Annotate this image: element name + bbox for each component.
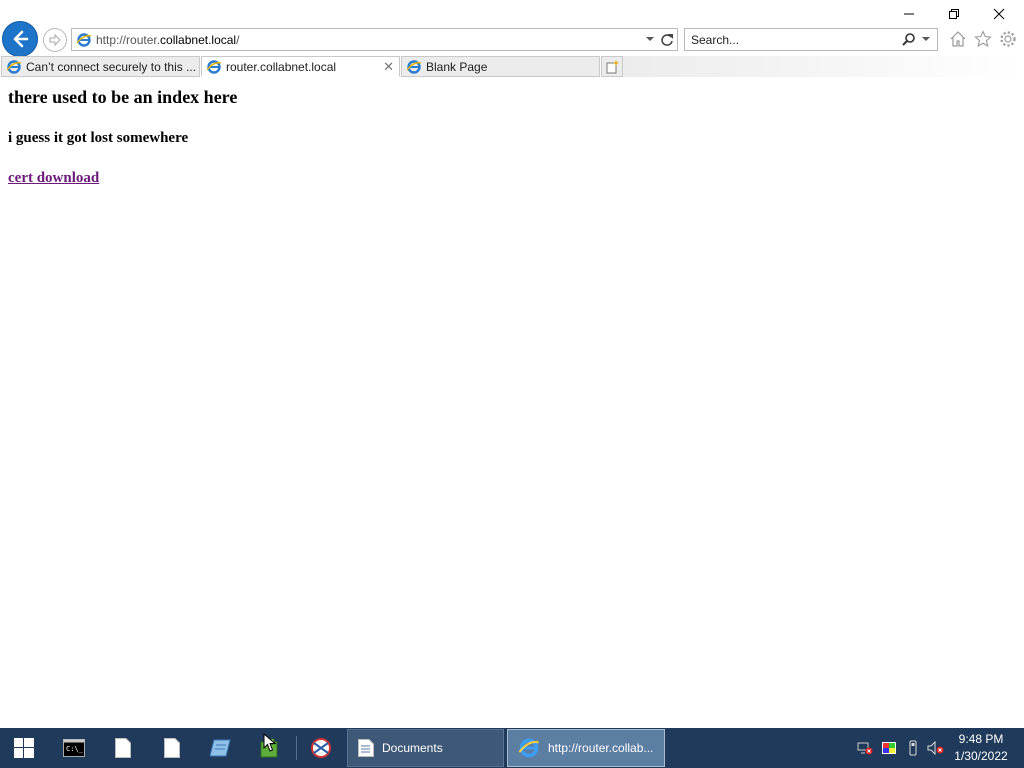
search-input[interactable] <box>691 32 891 48</box>
restore-icon <box>949 9 959 19</box>
ie-tab-icon <box>406 59 422 74</box>
taskbar-window-label: http://router.collab... <box>548 741 654 755</box>
network-warning-icon[interactable] <box>856 740 874 756</box>
tab-label: Blank Page <box>426 59 488 74</box>
search-box[interactable] <box>684 28 938 51</box>
refresh-icon[interactable] <box>660 32 674 51</box>
ie-icon <box>518 738 539 758</box>
minimize-icon <box>904 13 914 15</box>
new-tab-icon <box>606 59 619 73</box>
minimize-button[interactable] <box>886 0 932 28</box>
cert-download-link[interactable]: cert download <box>8 170 99 187</box>
close-icon <box>993 8 1005 20</box>
ie-page-icon <box>76 32 92 51</box>
mouse-cursor-icon <box>263 733 277 752</box>
taskbar-browser-window[interactable]: http://router.collab... <box>507 729 665 767</box>
restore-button[interactable] <box>931 0 977 28</box>
notepad-icon <box>210 739 231 757</box>
tab-strip <box>623 56 1024 77</box>
address-url[interactable]: http://router.collabnet.local/ <box>96 33 239 47</box>
tab-close-icon[interactable]: ✕ <box>383 59 394 75</box>
taskbar-window-label: Documents <box>382 741 443 755</box>
page-heading: there used to be an index here <box>8 87 238 107</box>
clock-date: 1/30/2022 <box>954 749 1008 763</box>
close-button[interactable] <box>976 0 1022 28</box>
tab-blank-page[interactable]: Blank Page <box>401 56 600 77</box>
page-content: there used to be an index here i guess i… <box>0 78 1024 728</box>
start-button[interactable] <box>0 728 48 768</box>
gear-icon[interactable] <box>998 29 1018 49</box>
tab-cant-connect[interactable]: Can’t connect securely to this ... <box>1 56 200 77</box>
page-subheading: i guess it got lost somewhere <box>8 130 189 146</box>
taskbar: C:\_ Documents http://router.collab... 9… <box>0 728 1024 768</box>
browser-chrome: http://router.collabnet.local/ Can’t con… <box>0 0 1024 78</box>
new-tab-button[interactable] <box>601 56 623 77</box>
address-dropdown-icon[interactable] <box>645 33 655 48</box>
color-display-icon[interactable] <box>880 740 898 756</box>
clock-time: 9:48 PM <box>958 732 1004 746</box>
home-icon[interactable] <box>948 29 968 49</box>
taskbar-cmd[interactable]: C:\_ <box>50 728 98 768</box>
search-icon[interactable] <box>901 32 917 51</box>
tab-label: router.collabnet.local <box>226 59 337 74</box>
forward-button[interactable] <box>43 28 67 52</box>
favorites-star-icon[interactable] <box>973 29 993 49</box>
taskbar-snipping-tool[interactable] <box>297 728 345 768</box>
taskbar-notepad[interactable] <box>197 728 245 768</box>
command-prompt-icon: C:\_ <box>63 739 85 757</box>
taskbar-file-2[interactable] <box>148 728 196 768</box>
ie-tab-icon <box>206 59 222 74</box>
blank-document-icon <box>115 738 131 758</box>
forward-arrow-icon <box>49 33 61 47</box>
volume-muted-icon[interactable] <box>927 740 945 756</box>
taskbar-file-1[interactable] <box>99 728 147 768</box>
search-dropdown-icon[interactable] <box>921 33 931 48</box>
tab-label: Can’t connect securely to this ... <box>26 59 197 74</box>
blank-document-icon <box>164 738 180 758</box>
document-list-icon <box>358 739 374 757</box>
taskbar-documents-window[interactable]: Documents <box>347 729 504 767</box>
svg-text:C:\_: C:\_ <box>66 745 84 753</box>
address-bar[interactable]: http://router.collabnet.local/ <box>71 28 678 51</box>
system-clock[interactable]: 9:48 PM 1/30/2022 <box>948 731 1014 765</box>
tab-router[interactable]: router.collabnet.local ✕ <box>201 56 400 77</box>
windows-logo-icon <box>14 738 34 758</box>
snipping-tool-icon <box>311 738 331 758</box>
usb-device-icon[interactable] <box>904 740 922 756</box>
back-button[interactable] <box>2 21 38 57</box>
ie-tab-icon <box>6 59 22 74</box>
back-arrow-icon <box>13 30 29 48</box>
